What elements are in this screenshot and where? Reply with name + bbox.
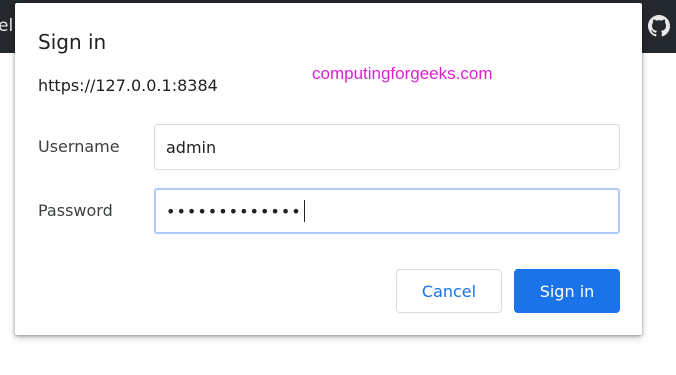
github-icon[interactable]	[648, 15, 670, 37]
username-field[interactable]: admin	[154, 124, 620, 170]
password-label: Password	[38, 201, 113, 220]
watermark-text: computingforgeeks.com	[312, 64, 493, 83]
dialog-origin-url: https://127.0.0.1:8384	[38, 76, 218, 95]
username-value: admin	[166, 137, 217, 157]
password-field[interactable]: •••••••••••••	[154, 188, 620, 234]
dialog-title: Sign in	[38, 30, 107, 54]
sign-in-button[interactable]: Sign in	[514, 269, 620, 313]
cancel-button[interactable]: Cancel	[396, 269, 502, 313]
password-masked-value: •••••••••••••	[166, 201, 302, 221]
text-caret	[303, 200, 305, 222]
sign-in-dialog: Sign in https://127.0.0.1:8384 computing…	[15, 3, 642, 335]
background-header-text-fragment: el	[0, 16, 14, 36]
username-label: Username	[38, 137, 120, 156]
